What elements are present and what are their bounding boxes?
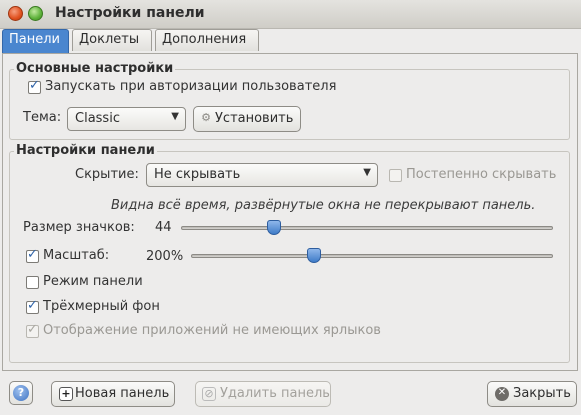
tab-addons[interactable]: Дополнения bbox=[155, 29, 259, 51]
no-icons-checkbox[interactable] bbox=[26, 322, 39, 338]
scale-value: 200% bbox=[146, 249, 184, 264]
window-title: Настройки панели bbox=[55, 5, 205, 21]
icon-size-slider-thumb[interactable] bbox=[267, 220, 281, 235]
gears-icon: ⚙ bbox=[201, 111, 211, 124]
install-theme-button[interactable]: ⚙ Установить bbox=[193, 106, 301, 132]
scale-slider-thumb[interactable] bbox=[307, 248, 322, 263]
bg3d-checkbox[interactable] bbox=[26, 298, 39, 314]
scale-slider[interactable] bbox=[191, 254, 553, 258]
theme-select-value: Classic bbox=[75, 111, 120, 126]
delete-panel-label: Удалить панель bbox=[220, 386, 330, 401]
hiding-select-value: Не скрывать bbox=[154, 167, 241, 182]
autostart-checkbox[interactable] bbox=[28, 78, 41, 94]
new-panel-label: Новая панель bbox=[75, 386, 170, 401]
panel-settings-title: Настройки панели bbox=[14, 143, 157, 158]
panel-mode-checkbox[interactable] bbox=[26, 276, 39, 289]
close-button[interactable]: ✕ Закрыть bbox=[487, 381, 577, 407]
help-button[interactable]: ? bbox=[9, 381, 33, 405]
no-icons-label: Отображение приложений не имеющих ярлыко… bbox=[43, 323, 381, 338]
scale-checkbox[interactable] bbox=[26, 247, 39, 263]
gradual-hide-checkbox[interactable] bbox=[389, 169, 402, 182]
help-icon: ? bbox=[13, 385, 29, 401]
autostart-label: Запускать при авторизации пользователя bbox=[45, 79, 337, 94]
tab-docklets[interactable]: Доклеты bbox=[72, 29, 152, 51]
panel-mode-label: Режим панели bbox=[43, 274, 143, 289]
theme-label: Тема: bbox=[23, 110, 62, 125]
icon-size-label: Размер значков: bbox=[23, 220, 135, 235]
title-bar: Настройки панели bbox=[0, 0, 581, 29]
plus-icon: + bbox=[59, 387, 73, 401]
theme-select[interactable]: Classic ▼ bbox=[67, 107, 186, 131]
icon-size-value: 44 bbox=[155, 220, 172, 235]
new-panel-button[interactable]: + Новая панель bbox=[51, 381, 175, 407]
hiding-label: Скрытие: bbox=[75, 167, 139, 182]
settings-window: Настройки панели Панели Доклеты Дополнен… bbox=[0, 0, 581, 415]
chevron-down-icon: ▼ bbox=[171, 111, 179, 122]
icon-size-slider[interactable] bbox=[181, 226, 553, 230]
chevron-down-icon: ▼ bbox=[363, 167, 371, 178]
tab-panels[interactable]: Панели bbox=[2, 29, 69, 53]
gradual-hide-label: Постепенно скрывать bbox=[406, 167, 557, 182]
close-button-label: Закрыть bbox=[513, 386, 571, 401]
scale-label: Масштаб: bbox=[43, 248, 110, 263]
basic-settings-title: Основные настройки bbox=[14, 61, 176, 76]
delete-icon: ⊘ bbox=[202, 387, 216, 401]
close-window-icon[interactable] bbox=[8, 6, 23, 21]
hiding-hint: Видна всё время, развёрнутые окна не пер… bbox=[111, 198, 536, 213]
delete-panel-button[interactable]: ⊘ Удалить панель bbox=[195, 381, 331, 407]
bg3d-label: Трёхмерный фон bbox=[43, 299, 160, 314]
install-button-label: Установить bbox=[215, 111, 294, 126]
close-icon: ✕ bbox=[495, 387, 509, 401]
minimize-window-icon[interactable] bbox=[28, 6, 43, 21]
hiding-select[interactable]: Не скрывать ▼ bbox=[146, 163, 378, 187]
